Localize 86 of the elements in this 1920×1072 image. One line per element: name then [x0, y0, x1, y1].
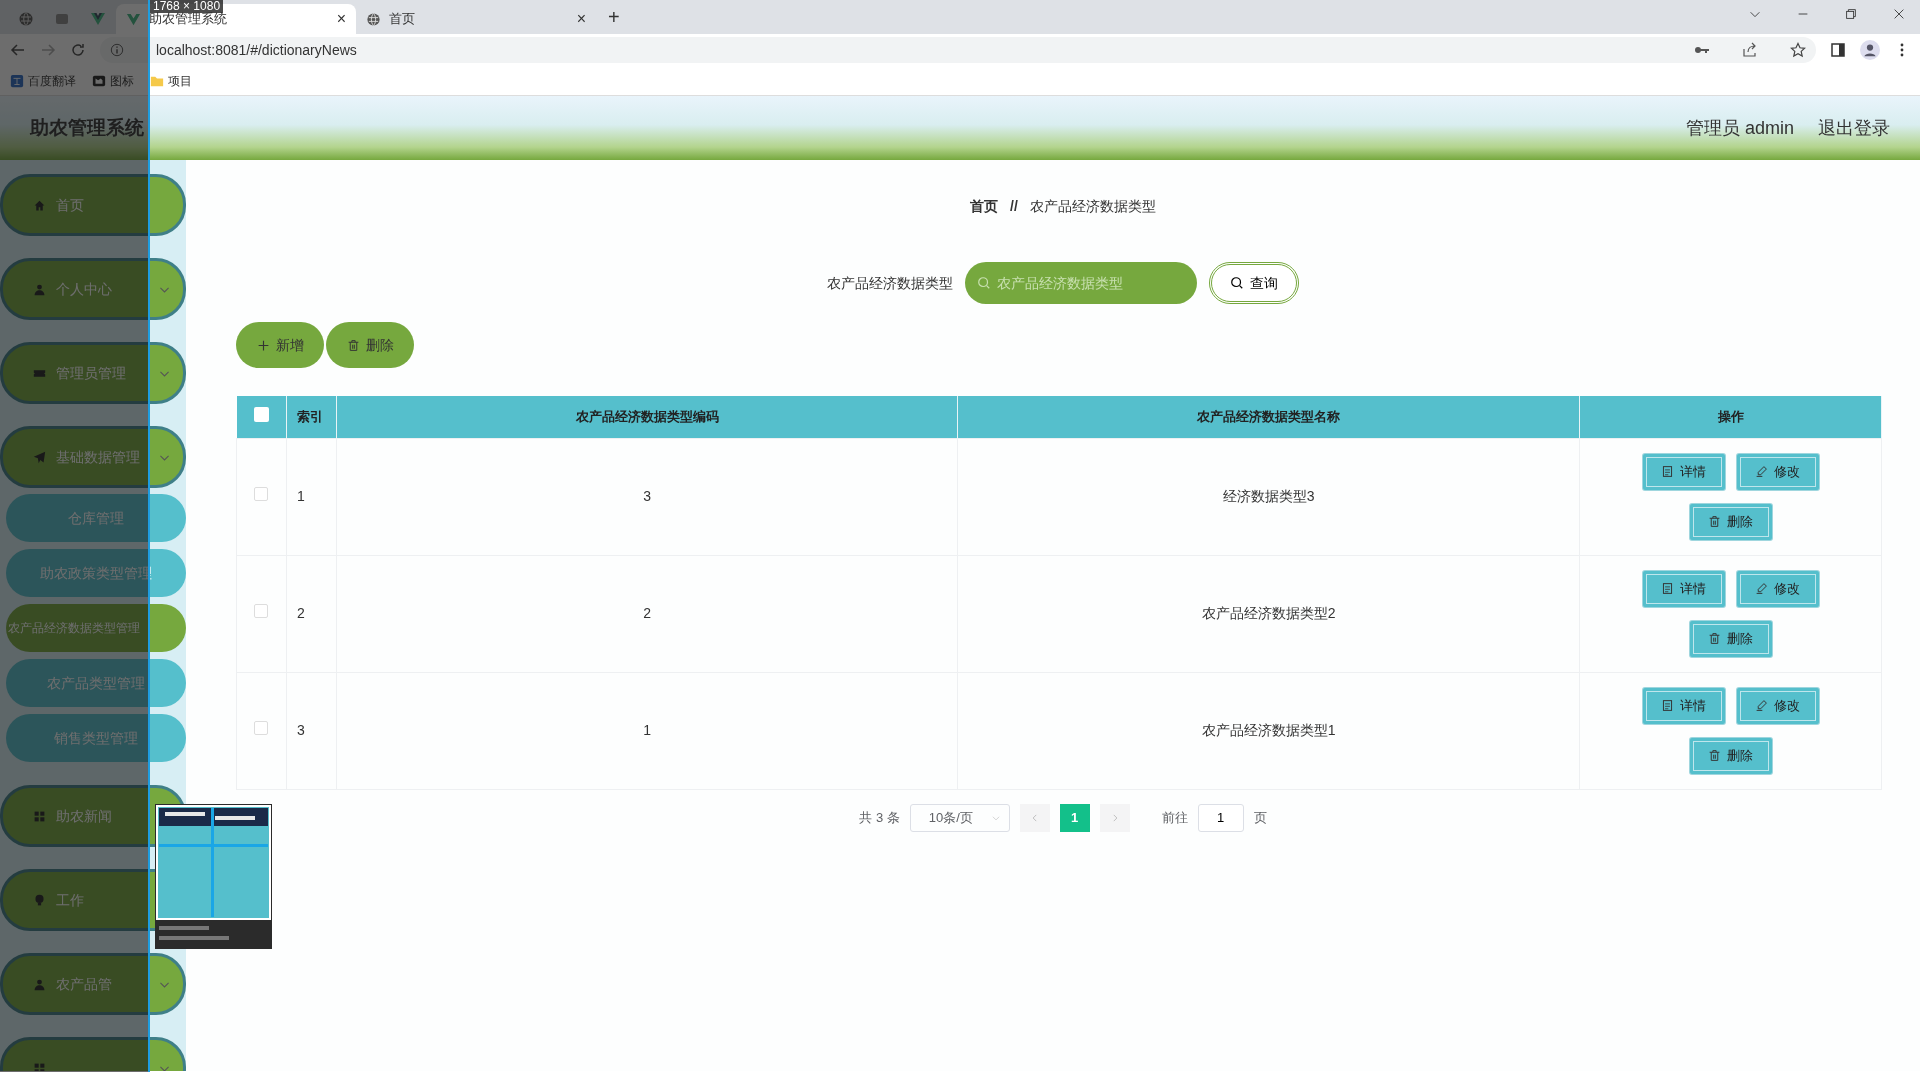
table-cell: 1: [336, 672, 958, 789]
grid-icon: [33, 1061, 46, 1071]
table-cell: 1: [286, 438, 337, 555]
page-suffix: 页: [1253, 808, 1267, 827]
close-icon[interactable]: ×: [576, 7, 586, 31]
reload-icon[interactable]: [70, 42, 86, 58]
table-cell: 3: [286, 672, 337, 789]
detail-button[interactable]: 详情: [1642, 453, 1725, 490]
share-icon[interactable]: [1742, 42, 1758, 58]
info-icon: [110, 43, 124, 57]
search-button[interactable]: 查询: [1209, 262, 1299, 304]
row-checkbox[interactable]: [254, 721, 269, 735]
delete-button[interactable]: 删除: [1689, 503, 1772, 540]
search-icon: [1230, 276, 1244, 290]
table-cell: 农产品经济数据类型2: [958, 555, 1580, 672]
vue-logo-icon: [126, 11, 141, 27]
column-header: 操作: [1579, 396, 1882, 438]
edit-button[interactable]: 修改: [1736, 453, 1819, 490]
trash-icon: [346, 338, 360, 352]
plus-icon: [256, 338, 270, 352]
trash-icon: [1708, 515, 1721, 528]
trash-icon: [1708, 749, 1721, 762]
bulb-icon: [33, 893, 46, 907]
person-icon: [33, 977, 46, 991]
document-icon: [1661, 699, 1674, 712]
edit-button[interactable]: 修改: [1736, 570, 1819, 607]
breadcrumb-separator: //: [1010, 197, 1018, 216]
table-cell: 2: [286, 555, 337, 672]
pencil-icon: [1755, 582, 1768, 595]
column-header: 农产品经济数据类型名称: [958, 396, 1580, 438]
close-icon[interactable]: ×: [336, 7, 346, 31]
restore-icon[interactable]: [1844, 7, 1858, 21]
forward-icon[interactable]: [40, 42, 56, 58]
delete-button[interactable]: 删除: [1689, 620, 1772, 657]
flag-icon: [92, 73, 106, 88]
column-header: 索引: [286, 396, 337, 438]
profile-icon[interactable]: [1860, 40, 1880, 60]
tab-favicon-icon[interactable]: [54, 11, 70, 27]
select-all-checkbox[interactable]: [253, 406, 269, 422]
back-icon[interactable]: [10, 42, 26, 58]
search-label: 农产品经济数据类型: [827, 273, 953, 293]
pencil-icon: [1755, 699, 1768, 712]
delete-button[interactable]: 删除: [1689, 737, 1772, 774]
delete-button[interactable]: 删除: [326, 322, 414, 368]
edit-button[interactable]: 修改: [1736, 687, 1819, 724]
paper-plane-icon: [33, 450, 46, 464]
side-panel-icon[interactable]: [1830, 42, 1846, 58]
person-icon: [33, 282, 46, 296]
row-checkbox[interactable]: [254, 487, 269, 501]
table-cell: 农产品经济数据类型1: [958, 672, 1580, 789]
browser-tab[interactable]: 首页 ×: [356, 4, 596, 34]
star-icon[interactable]: [1790, 42, 1806, 58]
new-tab-button[interactable]: +: [596, 2, 632, 34]
page-input[interactable]: 1: [1197, 803, 1244, 832]
user-name: 管理员 admin: [1685, 116, 1794, 140]
detail-button[interactable]: 详情: [1642, 687, 1725, 724]
breadcrumb-link[interactable]: 首页: [970, 196, 999, 217]
row-checkbox[interactable]: [254, 604, 269, 618]
goto-label: 前往: [1161, 808, 1188, 827]
add-button[interactable]: 新增: [236, 322, 324, 368]
address-bar[interactable]: localhost:8081/#/dictionaryNews: [100, 37, 1816, 63]
page-size-select[interactable]: 10条/页: [909, 803, 1010, 832]
globe-icon[interactable]: [18, 11, 34, 27]
vue-logo-icon[interactable]: [90, 11, 106, 27]
size-label: 1768 × 1080: [150, 0, 224, 13]
translate-icon: [10, 73, 24, 88]
bookmark[interactable]: 项目: [150, 71, 192, 90]
home-icon: [33, 198, 46, 212]
globe-icon: [366, 11, 381, 27]
pencil-icon: [1755, 465, 1768, 478]
grid-icon: [33, 809, 46, 823]
detail-button[interactable]: 详情: [1642, 570, 1725, 607]
total-count: 共 3 条: [859, 808, 900, 827]
logout-link[interactable]: 退出登录: [1818, 114, 1890, 142]
document-icon: [1661, 465, 1674, 478]
trash-icon: [1708, 632, 1721, 645]
close-icon[interactable]: [1892, 7, 1906, 21]
table-cell: 2: [336, 555, 958, 672]
column-header: 农产品经济数据类型编码: [336, 396, 958, 438]
breadcrumb-current: 农产品经济数据类型: [1029, 197, 1156, 216]
document-icon: [1661, 582, 1674, 595]
search-icon: [977, 276, 991, 290]
table-cell: 3: [336, 438, 958, 555]
app-title: 助农管理系统: [30, 115, 144, 140]
search-field[interactable]: 农产品经济数据类型: [965, 262, 1197, 304]
table-cell: 经济数据类型3: [958, 438, 1580, 555]
